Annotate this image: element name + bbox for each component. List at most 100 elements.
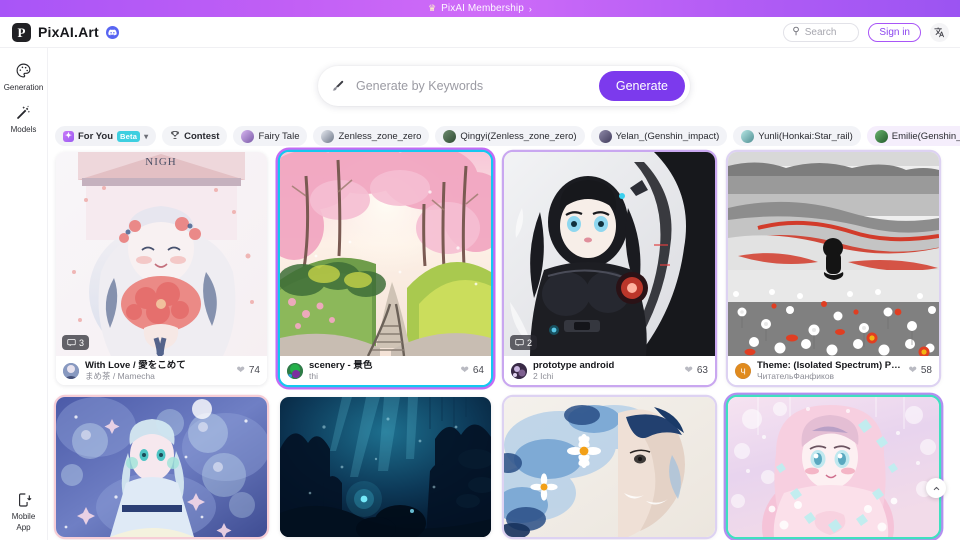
- comment-badge: 2: [510, 335, 538, 350]
- chip-fairy-tale[interactable]: Fairy Tale: [233, 126, 308, 146]
- sidebar-item-generation[interactable]: Generation: [0, 56, 48, 98]
- chip-avatar: [241, 129, 255, 143]
- svg-text:Ч: Ч: [740, 367, 745, 376]
- artwork-text: scenery - 景色 thi: [309, 360, 454, 381]
- crown-icon: ♛: [428, 3, 437, 13]
- chip-yelan[interactable]: Yelan_(Genshin_impact): [590, 126, 728, 146]
- discord-icon[interactable]: [105, 25, 119, 39]
- like-count: 58: [920, 365, 932, 376]
- chip-zenless-zone-zero[interactable]: Zenless_zone_zero: [313, 126, 430, 146]
- artwork-card-scenery[interactable]: scenery - 景色 thi ❤ 64: [280, 152, 491, 385]
- avatar[interactable]: [511, 362, 527, 379]
- sidebar-item-mobile-app-label-2: App: [16, 523, 31, 532]
- chip-avatar: [598, 129, 612, 143]
- artwork-card-isolated-spectrum[interactable]: Ч Theme: (Isolated Spectrum) Painti… Чит…: [728, 152, 939, 385]
- artwork-card-with-love[interactable]: NIGH 3 With Love / 愛をこめて まめ茶 / Mamecha ❤…: [56, 152, 267, 385]
- artwork-card-daisy-watercolor[interactable]: [504, 397, 715, 537]
- artwork-card-crystal-girl[interactable]: [728, 397, 939, 537]
- chip-yunli[interactable]: Yunli(Honkai:Star_rail): [733, 126, 861, 146]
- sidebar-item-models-label: Models: [10, 125, 37, 134]
- artwork-title: scenery - 景色: [309, 360, 373, 371]
- trophy-icon: [170, 130, 180, 143]
- left-sidebar: Generation Models Mobile App: [0, 48, 48, 540]
- chip-avatar: [321, 129, 335, 143]
- artwork-thumbnail[interactable]: [504, 397, 715, 537]
- artwork-card-prototype-android[interactable]: 2 prototype android 2 Ichi ❤ 63: [504, 152, 715, 385]
- search-placeholder: Search: [804, 26, 837, 38]
- like-group[interactable]: ❤ 58: [908, 365, 932, 376]
- heart-icon: ❤: [908, 364, 917, 376]
- header-actions: ⚲ Search Sign in: [783, 22, 960, 42]
- avatar[interactable]: Ч: [735, 362, 751, 379]
- translate-icon[interactable]: [930, 22, 949, 42]
- top-header: P PixAI.Art ⚲ Search Sign in: [0, 17, 960, 48]
- artwork-author: thi: [309, 371, 318, 381]
- generate-button[interactable]: Generate: [598, 71, 685, 101]
- artwork-thumbnail[interactable]: [280, 397, 491, 537]
- chip-yelan-label: Yelan_(Genshin_impact): [615, 130, 720, 142]
- magic-wand-icon: [15, 104, 32, 123]
- artwork-author: ЧитательФанфиков: [757, 371, 835, 381]
- brand-logo[interactable]: P PixAI.Art: [0, 22, 119, 42]
- like-group[interactable]: ❤ 63: [684, 365, 708, 376]
- artwork-card-bubble-girl[interactable]: [56, 397, 267, 537]
- chip-fairy-tale-label: Fairy Tale: [258, 130, 300, 142]
- artwork-card-deep-sea[interactable]: [280, 397, 491, 537]
- comment-icon: [67, 339, 76, 347]
- artwork-thumbnail[interactable]: [56, 397, 267, 537]
- comment-count: 3: [79, 337, 85, 348]
- artwork-title: prototype android: [533, 360, 615, 371]
- chip-qingyi[interactable]: Qingyi(Zenless_zone_zero): [435, 126, 585, 146]
- sidebar-item-models[interactable]: Models: [0, 98, 48, 140]
- like-count: 63: [696, 365, 708, 376]
- membership-banner[interactable]: ♛ PixAI Membership ›: [0, 0, 960, 17]
- like-group[interactable]: ❤ 74: [236, 365, 260, 376]
- like-group[interactable]: ❤ 64: [460, 365, 484, 376]
- brand-name: PixAI.Art: [38, 24, 99, 40]
- heart-icon: ❤: [684, 364, 693, 376]
- sidebar-item-mobile-app[interactable]: Mobile App: [0, 486, 48, 540]
- chip-contest[interactable]: Contest: [162, 126, 228, 146]
- like-count: 64: [472, 365, 484, 376]
- generate-bar-wrapper: Generate: [48, 66, 960, 106]
- chip-emilie-label: Emilie(Genshin_impact): [891, 130, 960, 142]
- scroll-to-top-button[interactable]: [926, 478, 946, 498]
- artwork-thumbnail[interactable]: 2: [504, 152, 715, 356]
- artwork-text: With Love / 愛をこめて まめ茶 / Mamecha: [85, 360, 230, 381]
- chevron-right-icon: ›: [528, 3, 532, 14]
- sparkle-icon: ✦: [63, 130, 74, 142]
- chip-emilie[interactable]: Emilie(Genshin_impact): [866, 126, 960, 146]
- sign-in-button[interactable]: Sign in: [868, 22, 921, 42]
- generate-bar: Generate: [318, 66, 690, 106]
- pixai-logo-icon: P: [12, 22, 31, 42]
- brush-icon[interactable]: [318, 66, 356, 106]
- artwork-grid: NIGH 3 With Love / 愛をこめて まめ茶 / Mamecha ❤…: [48, 152, 960, 540]
- avatar[interactable]: [63, 362, 79, 379]
- search-input[interactable]: ⚲ Search: [783, 22, 860, 42]
- artwork-meta: scenery - 景色 thi ❤ 64: [280, 356, 491, 385]
- chevron-down-icon: ▾: [144, 131, 149, 141]
- chip-for-you-label: For You: [78, 130, 114, 142]
- avatar[interactable]: [287, 362, 303, 379]
- artwork-thumbnail[interactable]: [728, 397, 939, 537]
- grid-row-1: NIGH 3 With Love / 愛をこめて まめ茶 / Mamecha ❤…: [56, 152, 952, 385]
- artwork-thumbnail[interactable]: NIGH 3: [56, 152, 267, 356]
- artwork-thumbnail[interactable]: [728, 152, 939, 356]
- artwork-meta: Ч Theme: (Isolated Spectrum) Painti… Чит…: [728, 356, 939, 385]
- artwork-title: Theme: (Isolated Spectrum) Painti…: [757, 360, 902, 371]
- artwork-author: まめ茶 / Mamecha: [85, 371, 155, 381]
- filter-chips-row[interactable]: ✦ For You Beta ▾ Contest Fairy Tale Zenl…: [48, 123, 960, 149]
- heart-icon: ❤: [236, 364, 245, 376]
- generate-keywords-input[interactable]: [356, 79, 599, 93]
- artwork-meta: With Love / 愛をこめて まめ茶 / Mamecha ❤ 74: [56, 356, 267, 385]
- chip-avatar: [741, 129, 755, 143]
- artwork-meta: prototype android 2 Ichi ❤ 63: [504, 356, 715, 385]
- chip-for-you[interactable]: ✦ For You Beta ▾: [55, 126, 157, 146]
- artwork-thumbnail[interactable]: [280, 152, 491, 356]
- artwork-author: 2 Ichi: [533, 371, 554, 381]
- palette-icon: [15, 62, 32, 81]
- sidebar-item-generation-label: Generation: [3, 83, 44, 92]
- main-content: Generate ✦ For You Beta ▾ Contest Fairy …: [48, 48, 960, 540]
- heart-icon: ❤: [460, 364, 469, 376]
- comment-badge: 3: [62, 335, 90, 350]
